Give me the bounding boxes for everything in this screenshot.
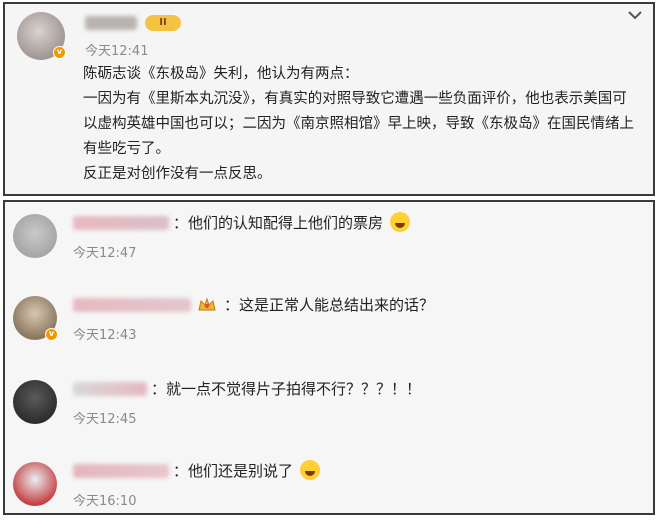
comment-text-wrap: ：他们还是别说了 — [173, 460, 320, 481]
commenter-avatar[interactable] — [13, 380, 57, 424]
comment-time: 今天16:10 — [73, 494, 137, 509]
grinning-sweat-emoji-icon — [389, 212, 410, 232]
post-line: 反正是对创作没有一点反思。 — [83, 166, 272, 182]
commenter-avatar[interactable] — [13, 462, 57, 506]
post-time: 今天12:41 — [85, 44, 149, 59]
comment-text-wrap: ：这是正常人能总结出来的话？ — [224, 294, 434, 315]
comment-list: ：他们的认知配得上他们的票房 今天12:47 v ：这是正常人能总结出来的话？ … — [3, 200, 655, 515]
crown-icon — [198, 297, 216, 311]
commenter-name[interactable] — [73, 298, 191, 312]
comment-time: 今天12:47 — [73, 246, 137, 261]
level-badge-text: II — [159, 17, 167, 28]
verified-badge-icon: v — [53, 46, 66, 59]
original-post: v II 今天12:41 陈砺志谈《东极岛》失利，他认为有两点： 一因为有《里斯… — [3, 2, 655, 196]
comment-text-wrap: ：他们的认知配得上他们的票房 — [173, 212, 410, 233]
comment-item: ：他们的认知配得上他们的票房 今天12:47 — [5, 204, 653, 284]
laughing-tears-emoji-icon — [299, 460, 320, 480]
post-line: 陈砺志谈《东极岛》失利，他认为有两点： — [83, 66, 359, 82]
comment-time: 今天12:45 — [73, 412, 137, 427]
comment-text: ：他们的认知配得上他们的票房 — [173, 214, 384, 232]
comment-item: v ：这是正常人能总结出来的话？ 今天12:43 — [5, 286, 653, 366]
verified-badge-icon: v — [45, 328, 58, 341]
chevron-down-icon[interactable] — [627, 10, 643, 20]
comment-text-wrap: ：就一点不觉得片子拍得不行？？？！！ — [151, 378, 421, 399]
commenter-avatar[interactable] — [13, 214, 57, 258]
commenter-name[interactable] — [73, 216, 169, 230]
commenter-name[interactable] — [73, 382, 147, 396]
post-line: 以虚构英雄中国也可以；二因为《南京照相馆》早上映，导致《东极岛》在国民情绪上 — [83, 116, 634, 132]
comment-text: ：这是正常人能总结出来的话？ — [224, 296, 435, 314]
level-badge-icon: II — [145, 15, 181, 31]
post-body: 陈砺志谈《东极岛》失利，他认为有两点： 一因为有《里斯本丸沉没》，有真实的对照导… — [83, 62, 643, 187]
comment-text: ：他们还是别说了 — [173, 462, 294, 480]
commenter-name[interactable] — [73, 464, 169, 478]
comment-time: 今天12:43 — [73, 328, 137, 343]
post-author-name[interactable] — [85, 16, 137, 30]
post-line: 一因为有《里斯本丸沉没》，有真实的对照导致它遭遇一些负面评价，他也表示美国可 — [83, 91, 627, 107]
comment-item: ：他们还是别说了 今天16:10 — [5, 452, 653, 532]
comment-item: ：就一点不觉得片子拍得不行？？？！！ 今天12:45 — [5, 370, 653, 450]
comment-text: ：就一点不觉得片子拍得不行？？？！！ — [151, 380, 422, 398]
post-line: 有些吃亏了。 — [83, 141, 170, 157]
